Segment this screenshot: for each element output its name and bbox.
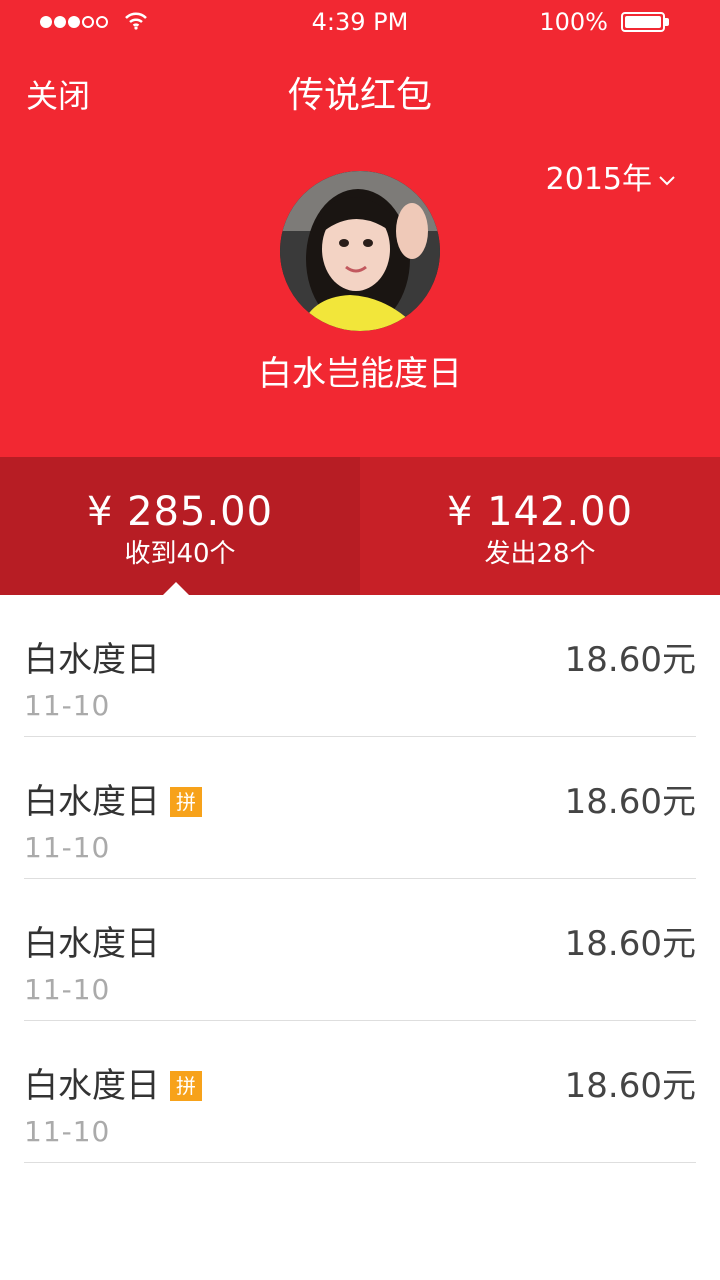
record-date: 11-10 bbox=[24, 831, 111, 864]
chevron-down-icon bbox=[659, 176, 675, 186]
sent-count: 发出28个 bbox=[484, 539, 596, 569]
record-amount: 18.60元 bbox=[564, 640, 696, 680]
avatar[interactable] bbox=[280, 171, 440, 331]
user-name: 白水岂能度日 bbox=[258, 354, 462, 394]
header: 4:39 PM 100% 关闭 传说红包 2015年 白水岂能度日 bbox=[0, 0, 720, 457]
record-date: 11-10 bbox=[24, 1115, 111, 1148]
list-item[interactable]: 白水度日拼 11-10 18.60元 bbox=[24, 1021, 696, 1163]
year-label: 2015年 bbox=[545, 162, 652, 197]
list-item[interactable]: 白水度日 11-10 18.60元 bbox=[24, 879, 696, 1021]
record-amount: 18.60元 bbox=[564, 782, 696, 822]
sender-name-text: 白水度日 bbox=[24, 640, 160, 680]
battery-icon bbox=[621, 12, 665, 32]
record-date: 11-10 bbox=[24, 973, 111, 1006]
status-time: 4:39 PM bbox=[311, 8, 409, 36]
record-amount: 18.60元 bbox=[564, 1066, 696, 1106]
year-selector[interactable]: 2015年 bbox=[546, 160, 676, 200]
sent-amount: ¥ 142.00 bbox=[446, 489, 634, 535]
list-item[interactable]: 白水度日 11-10 18.60元 bbox=[24, 595, 696, 737]
list-item[interactable]: 白水度日拼 11-10 18.60元 bbox=[24, 737, 696, 879]
page-title: 传说红包 bbox=[287, 75, 432, 116]
sender-name: 白水度日 bbox=[24, 639, 160, 681]
sender-name-text: 白水度日 bbox=[24, 782, 160, 822]
sender-name: 白水度日拼 bbox=[24, 1065, 202, 1107]
battery-percent: 100% bbox=[539, 8, 608, 36]
pin-badge: 拼 bbox=[170, 1071, 202, 1101]
record-amount: 18.60元 bbox=[564, 924, 696, 964]
sender-name-text: 白水度日 bbox=[24, 1066, 160, 1106]
avatar-photo bbox=[280, 171, 440, 331]
summary-tabs: ¥ 285.00 收到40个 ¥ 142.00 发出28个 bbox=[0, 457, 720, 595]
record-date: 11-10 bbox=[24, 689, 111, 722]
sender-name: 白水度日拼 bbox=[24, 781, 202, 823]
received-count: 收到40个 bbox=[124, 539, 236, 569]
tab-received[interactable]: ¥ 285.00 收到40个 bbox=[0, 457, 360, 595]
record-list: 白水度日 11-10 18.60元 白水度日拼 11-10 18.60元 白水度… bbox=[0, 595, 720, 1163]
sender-name: 白水度日 bbox=[24, 923, 160, 965]
battery-tip bbox=[665, 18, 669, 26]
tab-sent[interactable]: ¥ 142.00 发出28个 bbox=[360, 457, 720, 595]
status-bar: 4:39 PM 100% bbox=[0, 0, 720, 46]
active-tab-indicator bbox=[163, 582, 189, 595]
received-amount: ¥ 285.00 bbox=[86, 489, 274, 535]
pin-badge: 拼 bbox=[170, 787, 202, 817]
sender-name-text: 白水度日 bbox=[24, 924, 160, 964]
